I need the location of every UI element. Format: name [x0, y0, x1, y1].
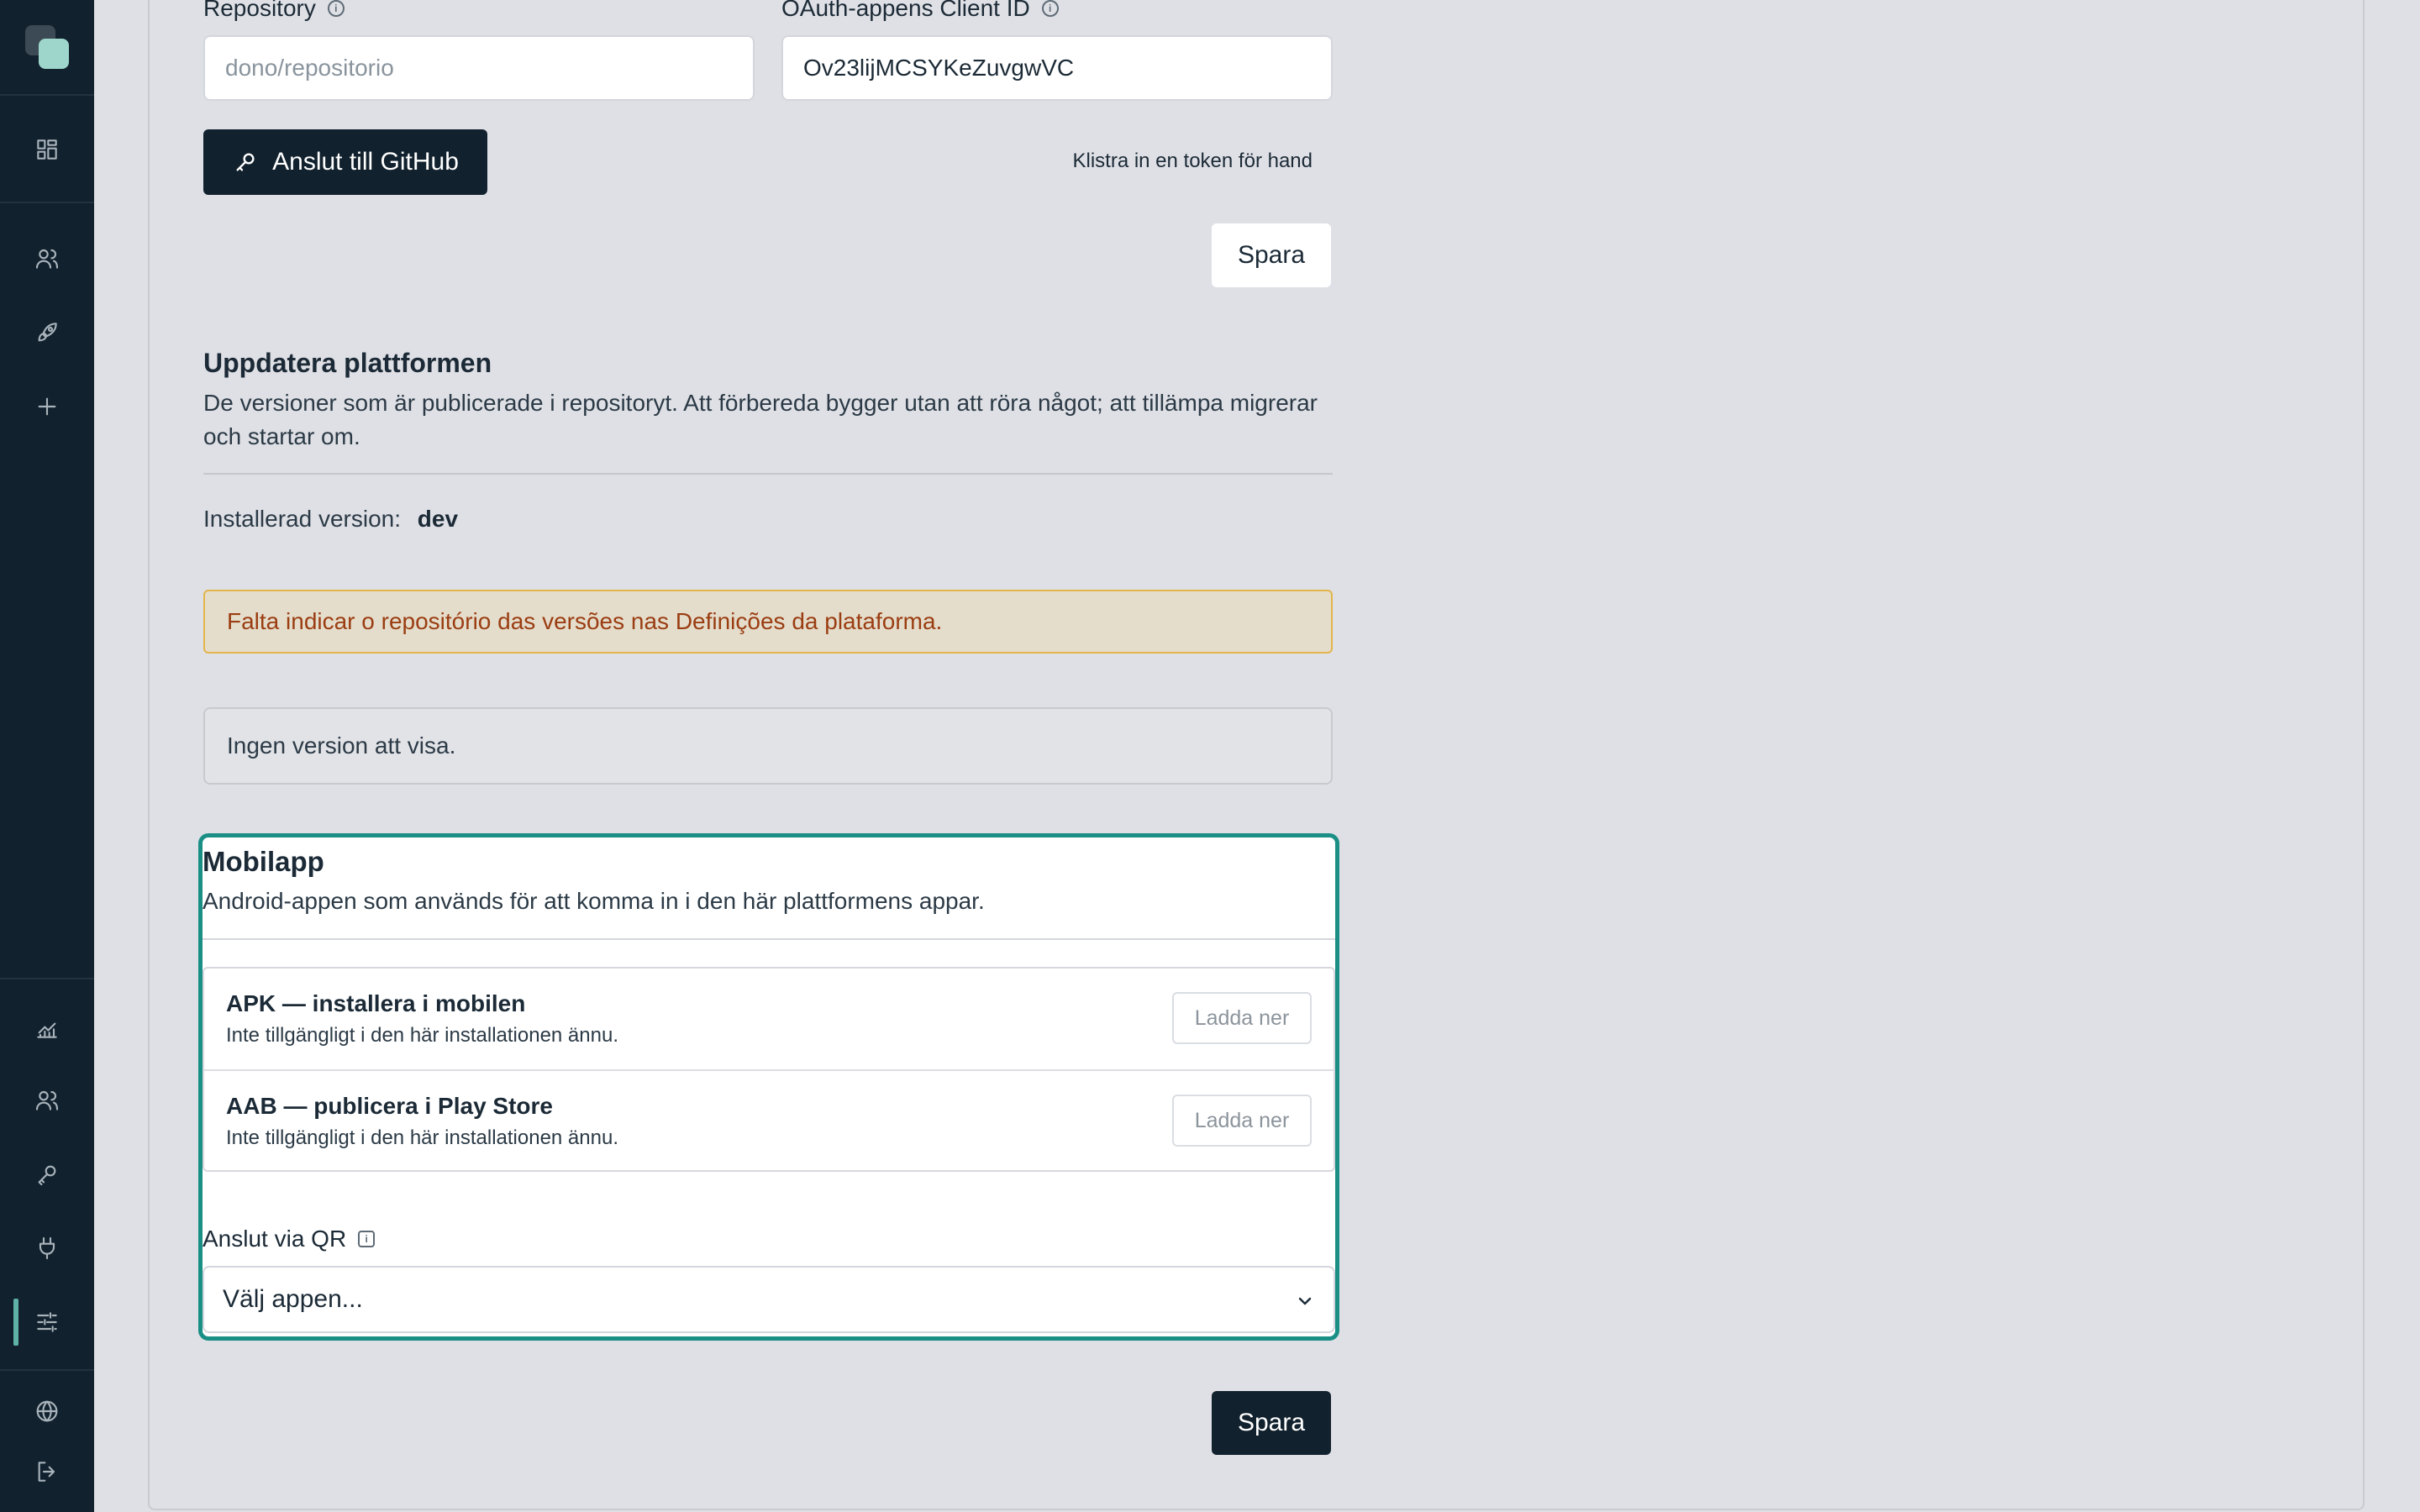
key-icon [38, 1165, 56, 1186]
qr-app-select[interactable]: Välj appen... [203, 1266, 1335, 1333]
app-logo[interactable] [25, 25, 69, 69]
installed-version-value: dev [417, 506, 459, 532]
warning-banner: Falta indicar o repositório das versões … [203, 590, 1333, 654]
sidebar-item-keys[interactable] [0, 1151, 94, 1198]
save-github-button[interactable]: Spara [1212, 223, 1331, 287]
download-subtitle: Inte tillgängligt i den här installation… [226, 1126, 618, 1149]
info-icon[interactable]: i [1041, 0, 1059, 17]
users-icon [35, 249, 59, 269]
installed-version-label: Installerad version: [203, 506, 402, 532]
sidebar-divider [0, 1369, 94, 1371]
versions-empty-state: Ingen version att visa. [203, 707, 1333, 785]
sidebar-divider [0, 202, 94, 203]
sidebar-item-settings[interactable] [0, 1299, 94, 1346]
sidebar-divider [0, 94, 94, 96]
globe-icon [36, 1400, 58, 1422]
connect-github-button[interactable]: Anslut till GitHub [203, 129, 487, 195]
team-icon [35, 1090, 59, 1110]
sidebar-item-dashboard[interactable] [0, 126, 94, 173]
update-platform-title: Uppdatera plattformen [203, 348, 492, 378]
downloads-list: APK — installera i mobilen Inte tillgäng… [203, 967, 1335, 1172]
info-icon[interactable]: i [358, 1231, 376, 1247]
download-aab-button[interactable]: Ladda ner [1172, 1095, 1312, 1147]
save-button[interactable]: Spara [1212, 1391, 1331, 1455]
divider [203, 473, 1333, 475]
plus-icon [38, 397, 56, 416]
download-title: AAB — publicera i Play Store [226, 1093, 553, 1119]
list-item: AAB — publicera i Play Store Inte tillgä… [204, 1071, 1334, 1172]
chevron-down-icon [1298, 1297, 1312, 1305]
key-icon [236, 153, 255, 171]
mobile-app-description: Android-appen som används för att komma … [203, 888, 985, 914]
download-apk-button[interactable]: Ladda ner [1172, 992, 1312, 1044]
list-item: APK — installera i mobilen Inte tillgäng… [204, 969, 1334, 1069]
client-id-input[interactable]: Ov23lijMCSYKeZuvgwVC [781, 35, 1333, 101]
plug-icon [39, 1236, 55, 1260]
sidebar [0, 0, 94, 1512]
update-platform-description: De versioner som är publicerade i reposi… [203, 390, 1318, 449]
divider [203, 938, 1335, 940]
download-title: APK — installera i mobilen [226, 990, 526, 1016]
analytics-icon [37, 1022, 57, 1038]
qr-label: Anslut via QR i [203, 1224, 376, 1254]
installed-version: Installerad version: dev [203, 506, 458, 533]
sidebar-item-users[interactable] [0, 235, 94, 282]
manual-token-link[interactable]: Klistra in en token för hand [1052, 150, 1313, 173]
sidebar-item-integrations[interactable] [0, 1225, 94, 1272]
sidebar-item-language[interactable] [0, 1388, 94, 1435]
sidebar-item-team[interactable] [0, 1077, 94, 1124]
info-icon[interactable]: i [327, 0, 345, 17]
sidebar-item-deploy[interactable] [0, 309, 94, 356]
sliders-icon [37, 1312, 57, 1332]
repository-label: Repository i [203, 0, 345, 22]
sidebar-item-add[interactable] [0, 383, 94, 430]
sidebar-item-analytics[interactable] [0, 1005, 94, 1052]
mobile-app-section: Mobilapp Android-appen som används för a… [198, 833, 1339, 1341]
sidebar-divider [0, 978, 94, 979]
sidebar-item-logout[interactable] [0, 1448, 94, 1495]
dashboard-icon [37, 139, 57, 160]
download-subtitle: Inte tillgängligt i den här installation… [226, 1024, 618, 1047]
repository-input[interactable]: dono/repositorio [203, 35, 755, 101]
client-id-label: OAuth-appens Client ID i [781, 0, 1059, 22]
rocket-icon [38, 323, 57, 342]
logout-icon [38, 1462, 55, 1482]
mobile-app-title: Mobilapp [203, 846, 324, 877]
